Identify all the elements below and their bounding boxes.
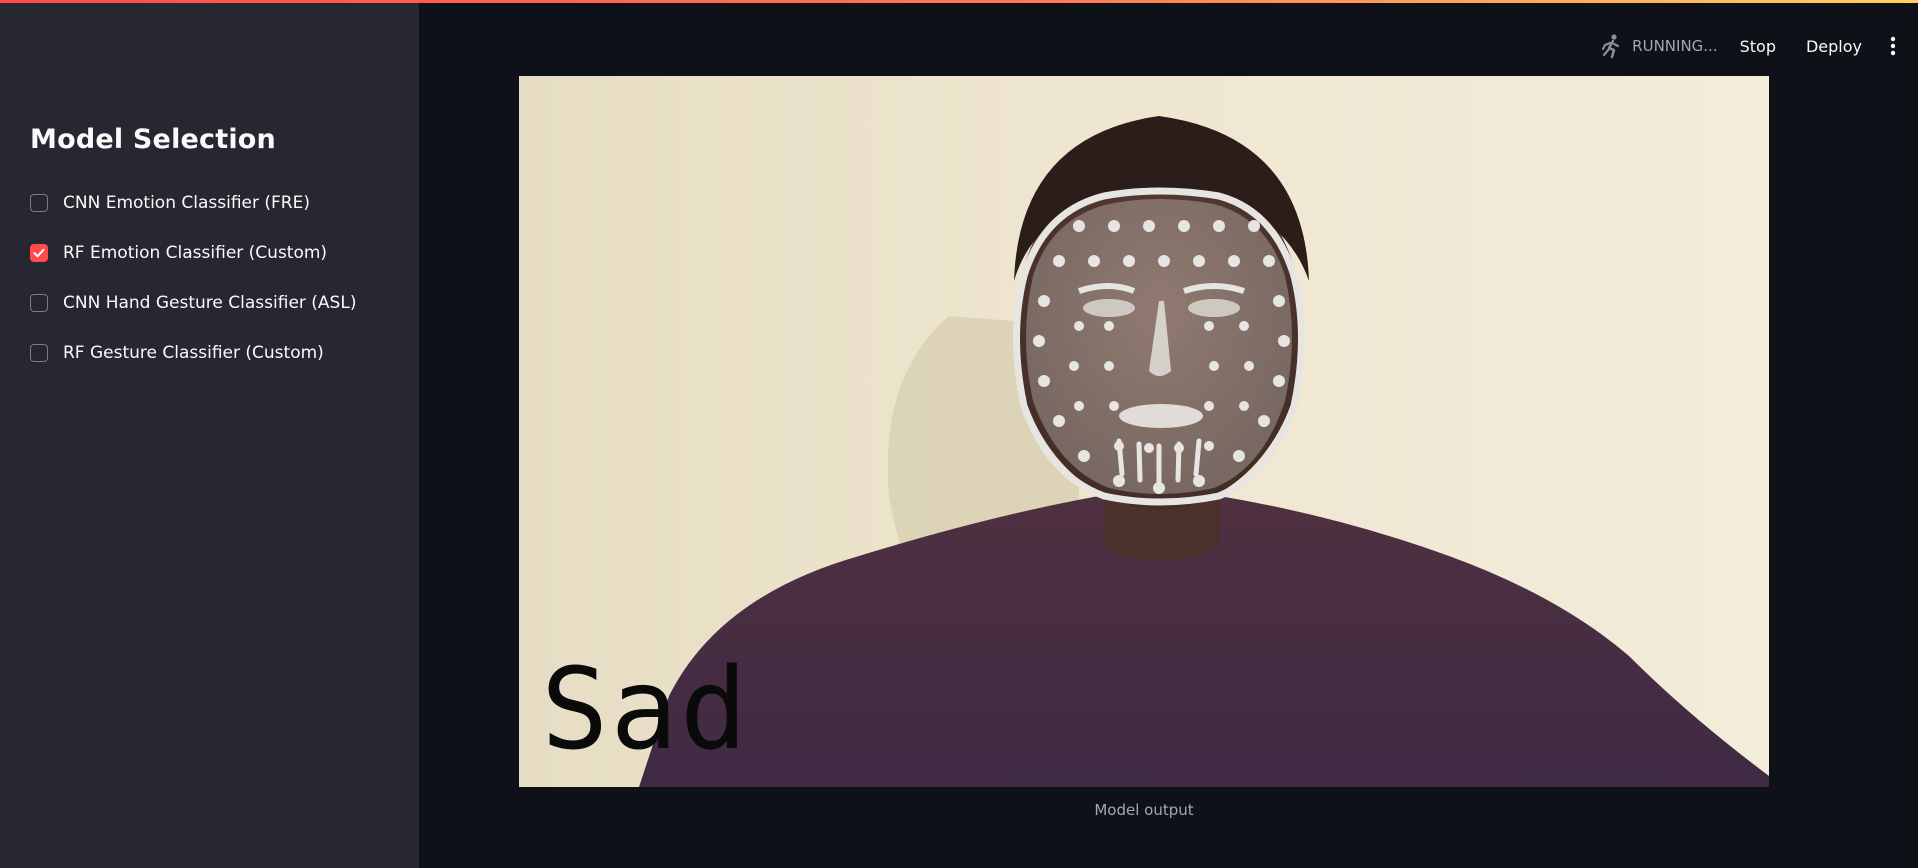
checkbox-rf-gesture-classifier[interactable]: RF Gesture Classifier (Custom) [30,328,356,378]
checkmark-icon [33,248,45,258]
top-decoration-stripe [0,0,1918,3]
running-status: RUNNING... [1598,33,1718,59]
running-man-icon [1602,34,1620,59]
checkbox-label: CNN Hand Gesture Classifier (ASL) [63,293,357,313]
model-checkbox-list: CNN Emotion Classifier (FRE) RF Emotion … [30,178,356,378]
sidebar: Model Selection CNN Emotion Classifier (… [0,0,419,868]
checkbox-box[interactable] [30,194,48,212]
checkbox-label: RF Emotion Classifier (Custom) [63,243,328,263]
checkbox-cnn-emotion-classifier[interactable]: CNN Emotion Classifier (FRE) [30,178,356,228]
deploy-button[interactable]: Deploy [1806,37,1862,56]
stop-button[interactable]: Stop [1740,37,1776,56]
app-header: RUNNING... Stop Deploy [1598,26,1918,66]
checkbox-label: RF Gesture Classifier (Custom) [63,343,324,363]
image-caption: Model output [1094,801,1194,819]
checkbox-box[interactable] [30,344,48,362]
model-output-video: Sad [519,76,1769,787]
checkbox-label: CNN Emotion Classifier (FRE) [63,193,310,213]
checkbox-box-checked[interactable] [30,244,48,262]
status-text: RUNNING... [1632,37,1718,55]
sidebar-title: Model Selection [30,124,276,155]
emotion-prediction-label: Sad [541,645,750,775]
checkbox-box[interactable] [30,294,48,312]
checkbox-cnn-hand-gesture-classifier[interactable]: CNN Hand Gesture Classifier (ASL) [30,278,356,328]
checkbox-rf-emotion-classifier[interactable]: RF Emotion Classifier (Custom) [30,228,356,278]
kebab-menu-icon[interactable] [1890,36,1896,56]
